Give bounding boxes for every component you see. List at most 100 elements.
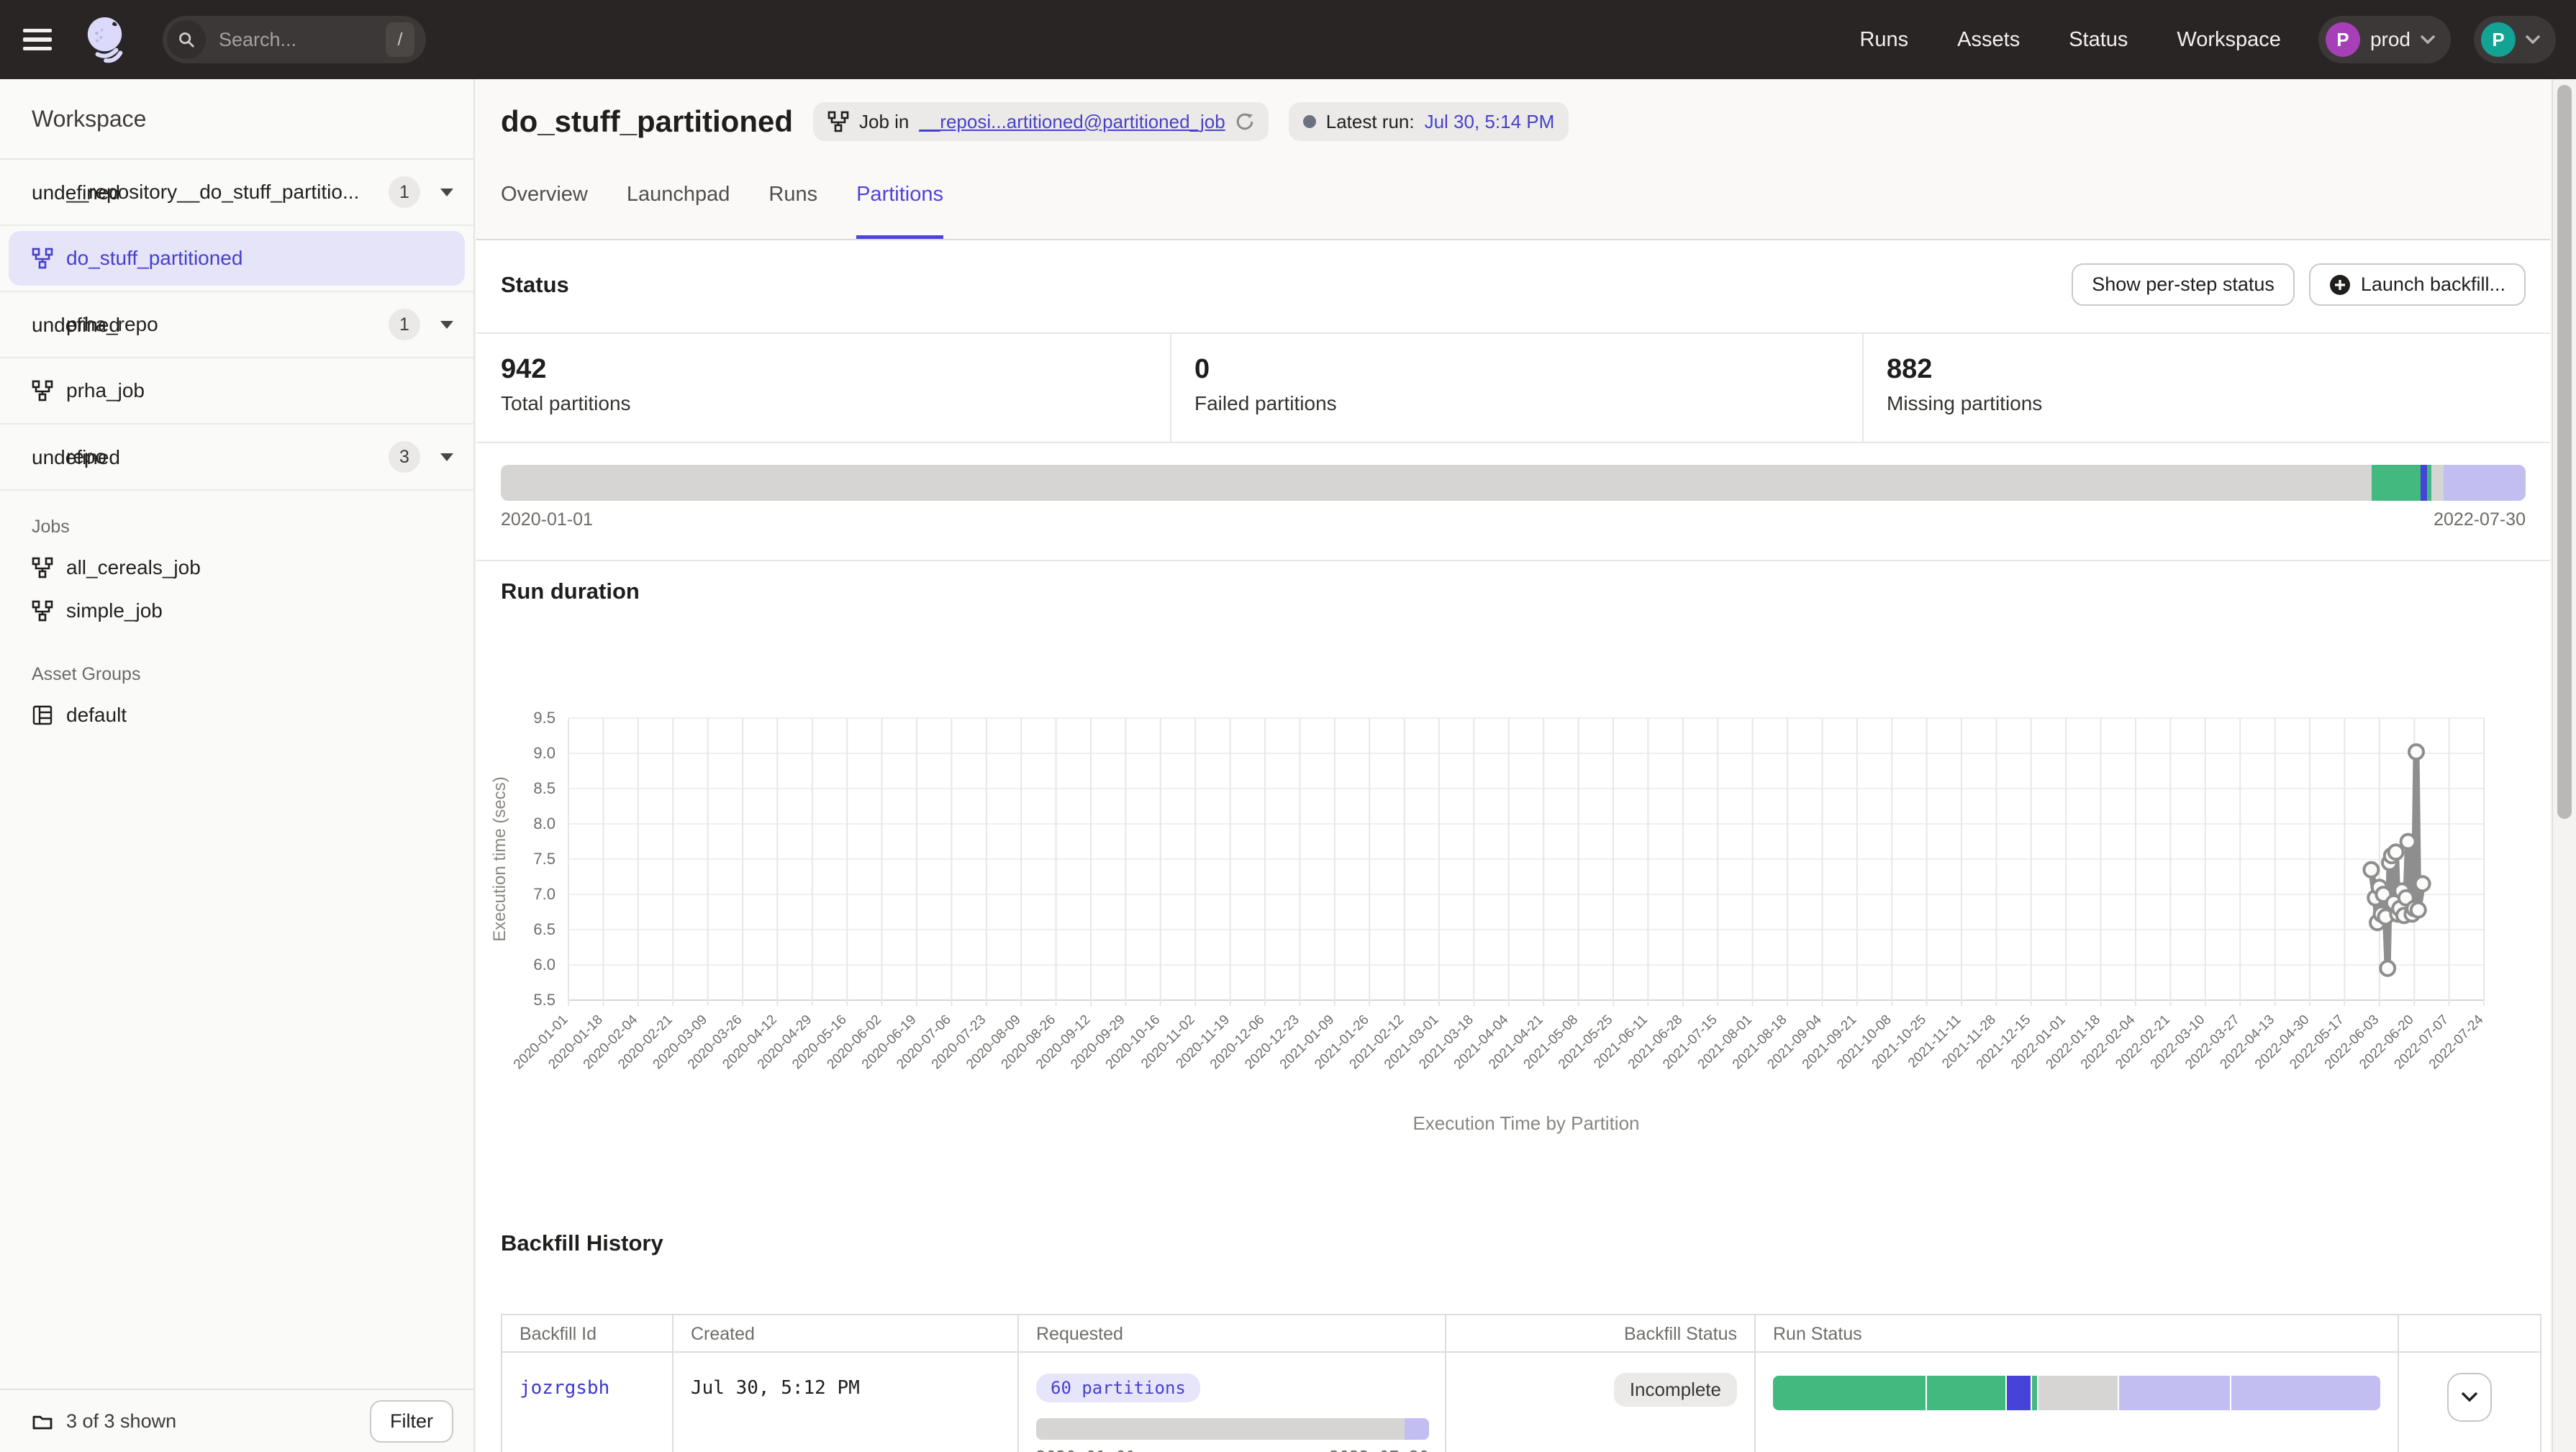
column-header-created: Created (674, 1315, 1019, 1351)
status-section-header: Status Show per-step status Launch backf… (501, 263, 2526, 306)
top-bar: Search... / Runs Assets Status Workspace P … (0, 0, 2576, 79)
requested-end-date: 2022-07-30 (1330, 1448, 1429, 1452)
sidebar-item-label: prha_repo (66, 313, 389, 336)
bar-segment (2421, 465, 2427, 501)
partition-status-bar[interactable] (501, 465, 2526, 501)
run-duration-title: Run duration (501, 578, 640, 604)
sidebar-item-simple_job[interactable]: simple_job (0, 589, 473, 632)
run-status-bar[interactable] (1773, 1376, 2380, 1410)
page-header: do_stuff_partitioned Job in __reposi...a… (501, 102, 1569, 141)
table-header-row: Backfill IdCreatedRequestedBackfill Stat… (502, 1315, 2540, 1353)
latest-run-link[interactable]: Jul 30, 5:14 PM (1425, 111, 1555, 133)
backfill-requested-cell: 60 partitions 2020-01-01 2022-07-30 (1019, 1353, 1446, 1452)
sidebar-item-prha-job[interactable]: prha_job (0, 358, 473, 425)
filter-button[interactable]: Filter (370, 1400, 453, 1443)
bar-segment (2037, 1376, 2117, 1410)
sidebar-item-prha-repo[interactable]: undefinedprha_repo1 (0, 292, 473, 358)
stat-label: Total partitions (501, 392, 1170, 415)
partition-start-date: 2020-01-01 (501, 509, 593, 530)
deployment-switcher[interactable]: P prod (2318, 16, 2451, 63)
requested-partitions-chip[interactable]: 60 partitions (1036, 1374, 1200, 1402)
icon: undefined (32, 181, 53, 203)
workspace-sidebar: Workspace undefined__repository__do_stuf… (0, 79, 475, 1452)
hamburger-menu-icon[interactable] (23, 29, 52, 50)
sidebar-item-label: default (66, 704, 127, 727)
search-icon (167, 20, 206, 59)
dagster-app: Search... / Runs Assets Status Workspace P … (0, 0, 2576, 1452)
backfill-id-link[interactable]: jozrgsbh (520, 1377, 609, 1399)
search-placeholder: Search... (219, 29, 296, 51)
user-menu[interactable]: P (2474, 16, 2556, 63)
backfill-history-table: Backfill IdCreatedRequestedBackfill Stat… (501, 1314, 2541, 1452)
caret-down-icon[interactable] (440, 321, 453, 329)
job-origin-link[interactable]: __reposi...artitioned@partitioned_job (919, 111, 1225, 133)
tab-runs[interactable]: Runs (768, 183, 817, 239)
run-status-dot-icon (1303, 115, 1316, 128)
nav-link-status[interactable]: Status (2069, 28, 2128, 52)
backfill-status-badge: Incomplete (1614, 1373, 1737, 1407)
nav-link-assets[interactable]: Assets (1957, 28, 2020, 52)
dagster-logo-icon (83, 16, 131, 63)
svg-text:5.5: 5.5 (533, 991, 555, 1009)
job-origin-chip: Job in __reposi...artitioned@partitioned… (813, 102, 1269, 141)
svg-text:6.0: 6.0 (533, 956, 555, 974)
tab-partitions[interactable]: Partitions (856, 183, 943, 239)
chevron-down-icon (2526, 35, 2540, 44)
refresh-icon[interactable] (1235, 112, 1254, 131)
stat-label: Missing partitions (1887, 392, 2550, 415)
sidebar-item-label: repo (66, 445, 389, 468)
caret-down-icon[interactable] (440, 189, 453, 196)
status-section-title: Status (501, 272, 569, 298)
sidebar-item--repository-do-stuff-partitio-[interactable]: undefined__repository__do_stuff_partitio… (0, 160, 473, 226)
svg-text:9.0: 9.0 (533, 744, 555, 762)
bar-segment (2230, 1376, 2380, 1410)
repo-count-text: 3 of 3 shown (66, 1410, 370, 1433)
bar-segment (2431, 465, 2444, 501)
bar-segment (1926, 1376, 2005, 1410)
tab-launchpad[interactable]: Launchpad (627, 183, 730, 239)
caret-down-icon[interactable] (440, 453, 453, 461)
latest-run-chip: Latest run: Jul 30, 5:14 PM (1289, 102, 1569, 141)
sidebar-item-do-stuff-partitioned[interactable]: do_stuff_partitioned (0, 226, 473, 292)
bar-segment (1036, 1418, 1405, 1440)
requested-start-date: 2020-01-01 (1036, 1448, 1135, 1452)
sidebar-item-default[interactable]: default (0, 694, 473, 737)
show-per-step-status-button[interactable]: Show per-step status (2072, 263, 2295, 306)
bar-segment (2031, 1376, 2037, 1410)
section-label: Jobs (0, 517, 473, 537)
section-divider (476, 560, 2550, 561)
search-input[interactable]: Search... / (163, 16, 426, 63)
sidebar-section-jobs: Jobs all_cereals_jobsimple_job (0, 491, 473, 638)
sidebar-section-asset-groups: Asset Groupsdefault (0, 638, 473, 743)
job-icon (32, 557, 53, 578)
sidebar-sections: Jobs all_cereals_jobsimple_job Asset Group… (0, 491, 473, 743)
bar-segment (1773, 1376, 1926, 1410)
sidebar-footer: 3 of 3 shown Filter (0, 1389, 473, 1452)
scrollbar-thumb[interactable] (2557, 85, 2572, 819)
latest-run-label: Latest run: (1326, 111, 1415, 133)
expand-row-button[interactable] (2447, 1373, 2492, 1422)
plus-circle-icon (2329, 274, 2351, 296)
item-count-badge: 1 (389, 309, 420, 340)
chevron-down-icon (2462, 1392, 2477, 1402)
job-origin-prefix: Job in (859, 111, 909, 133)
item-count-badge: 3 (389, 441, 420, 473)
svg-text:7.5: 7.5 (533, 850, 555, 868)
svg-text:Execution Time by Partition: Execution Time by Partition (1412, 1112, 1639, 1134)
sidebar-item-all_cereals_job[interactable]: all_cereals_job (0, 546, 473, 589)
nav-link-workspace[interactable]: Workspace (2177, 28, 2281, 52)
asset-group-icon (32, 704, 53, 726)
nav-link-runs[interactable]: Runs (1859, 28, 1908, 52)
sidebar-item-repo[interactable]: undefinedrepo3 (0, 425, 473, 491)
column-header-run-status: Run Status (1756, 1315, 2399, 1351)
job-icon (32, 380, 53, 401)
svg-text:8.0: 8.0 (533, 815, 555, 832)
column-header-requested: Requested (1019, 1315, 1446, 1351)
launch-backfill-button[interactable]: Launch backfill... (2309, 263, 2526, 306)
stat-label: Failed partitions (1194, 392, 1862, 415)
stat-missing-partitions: 882Missing partitions (1862, 334, 2550, 442)
run-status-cell (1756, 1353, 2399, 1452)
tab-overview[interactable]: Overview (501, 183, 588, 239)
page-scrollbar[interactable] (2552, 79, 2576, 1452)
svg-text:8.5: 8.5 (533, 779, 555, 797)
